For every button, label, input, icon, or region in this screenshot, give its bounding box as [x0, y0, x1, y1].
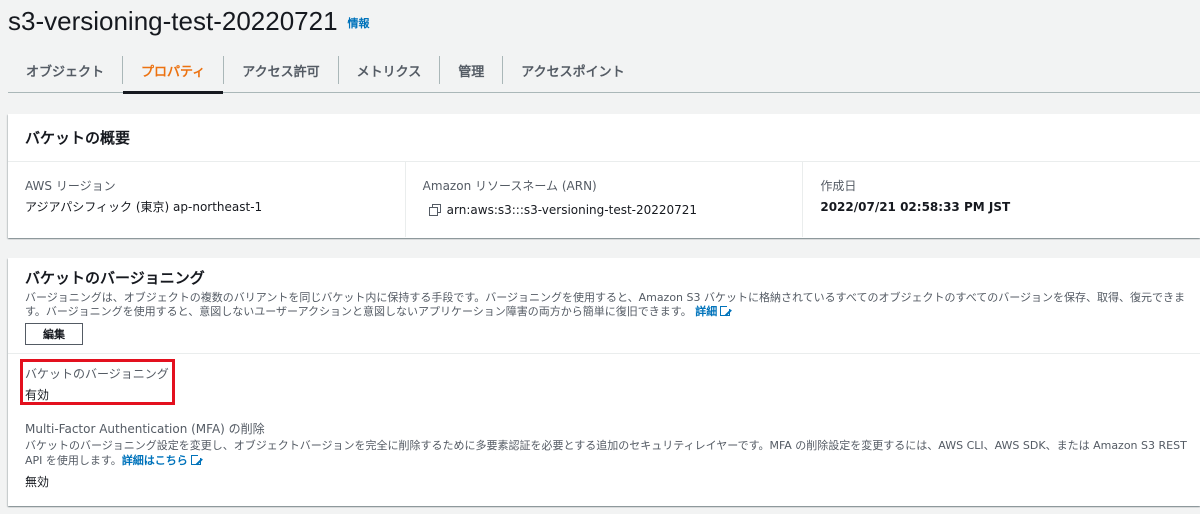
- mfa-delete-value: 無効: [25, 475, 50, 489]
- tab-access-points[interactable]: アクセスポイント: [503, 48, 642, 93]
- created-value: 2022/07/21 02:58:33 PM JST: [820, 200, 1011, 214]
- tab-properties[interactable]: プロパティ: [123, 48, 224, 94]
- created-column: 作成日 2022/07/21 02:58:33 PM JST: [802, 162, 1200, 237]
- arn-label: Amazon リソースネーム (ARN): [422, 179, 597, 193]
- tab-permissions[interactable]: アクセス許可: [224, 48, 337, 93]
- detail-link[interactable]: 詳細: [695, 304, 733, 318]
- versioning-status-label: バケットのバージョニング: [25, 367, 169, 381]
- region-column: AWS リージョン アジアパシフィック (東京) ap-northeast-1: [8, 162, 405, 237]
- region-value: アジアパシフィック (東京) ap-northeast-1: [25, 200, 263, 214]
- mfa-detail-link-label: 詳細はこちら: [121, 454, 188, 467]
- external-link-icon: [720, 304, 733, 316]
- versioning-description: バージョニングは、オブジェクトの複数のバリアントを同じバケット内に保持する手段で…: [25, 291, 1195, 319]
- bucket-versioning-header: バケットのバージョニング バージョニングは、オブジェクトの複数のバリアントを同じ…: [8, 258, 1200, 354]
- mfa-delete-label: Multi-Factor Authentication (MFA) の削除: [25, 422, 265, 436]
- detail-link-label: 詳細: [695, 305, 718, 318]
- external-link-icon: [190, 453, 203, 465]
- tab-objects[interactable]: オブジェクト: [8, 48, 122, 93]
- bucket-overview-heading: バケットの概要: [25, 129, 131, 147]
- arn-value: arn:aws:s3:::s3-versioning-test-20220721: [446, 203, 698, 217]
- bucket-overview-header: バケットの概要: [8, 114, 1200, 162]
- region-label: AWS リージョン: [25, 179, 116, 193]
- tab-management[interactable]: 管理: [440, 48, 502, 93]
- arn-row: arn:aws:s3:::s3-versioning-test-20220721: [423, 203, 786, 217]
- info-link[interactable]: 情報: [348, 15, 370, 31]
- edit-button[interactable]: 編集: [25, 323, 83, 345]
- created-label: 作成日: [820, 179, 857, 193]
- tab-metrics[interactable]: メトリクス: [339, 48, 440, 93]
- mfa-delete-description: バケットのバージョニング設定を変更し、オブジェクトバージョンを完全に削除するため…: [25, 438, 1190, 468]
- copy-icon[interactable]: [428, 204, 441, 216]
- versioning-description-text: バージョニングは、オブジェクトの複数のバリアントを同じバケット内に保持する手段で…: [25, 291, 1186, 318]
- title-row: s3-versioning-test-20220721 情報: [8, 0, 370, 36]
- versioning-status-value: 有効: [25, 388, 50, 402]
- tab-bar: オブジェクト プロパティ アクセス許可 メトリクス 管理 アクセスポイント: [8, 48, 1200, 94]
- bucket-overview-panel: バケットの概要 AWS リージョン アジアパシフィック (東京) ap-nort…: [8, 114, 1200, 238]
- bucket-overview-columns: AWS リージョン アジアパシフィック (東京) ap-northeast-1 …: [8, 162, 1200, 237]
- arn-column: Amazon リソースネーム (ARN) arn:aws:s3:::s3-ver…: [404, 162, 803, 237]
- mfa-detail-link[interactable]: 詳細はこちら: [121, 453, 203, 467]
- page-title: s3-versioning-test-20220721: [8, 6, 338, 36]
- bucket-versioning-panel: バケットのバージョニング バージョニングは、オブジェクトの複数のバリアントを同じ…: [8, 258, 1200, 506]
- bucket-versioning-heading: バケットのバージョニング: [25, 269, 205, 287]
